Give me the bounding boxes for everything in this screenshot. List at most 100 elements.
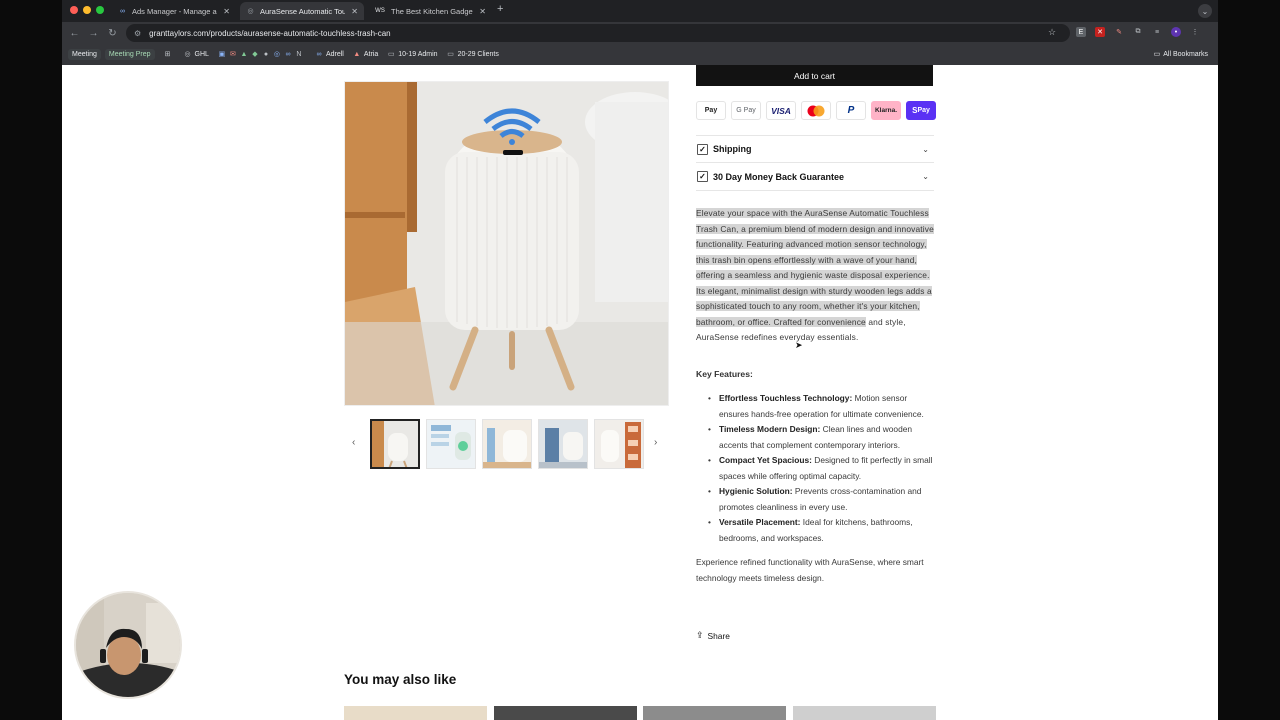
payment-methods: Pay G Pay VISA P Klarna. S Pay (696, 101, 936, 120)
extension-icon[interactable]: E (1076, 27, 1086, 37)
webcam-overlay (74, 591, 182, 699)
shopify-icon[interactable]: ◆ (251, 50, 259, 58)
bookmark-adrell[interactable]: ∞ Adrell (315, 50, 343, 58)
closing-paragraph: Experience refined functionality with Au… (696, 557, 924, 583)
recommended-product[interactable] (344, 706, 487, 720)
bookmark-ghl[interactable]: ◎ GHL (184, 50, 208, 59)
bookmark-star-icon[interactable]: ☆ (1048, 27, 1056, 38)
feature-list: Effortless Touchless Technology: Motion … (707, 391, 939, 546)
globe-icon[interactable]: ◎ (273, 50, 281, 58)
list-item: Hygienic Solution: Prevents cross-contam… (707, 484, 939, 515)
product-page: ‹ › Add to cart Pay G Pay VISA P Klarna.… (62, 65, 1218, 720)
tab-bar: ∞ Ads Manager - Manage ads - ✕ ◎ AuraSen… (62, 0, 1218, 22)
apps-grid-icon[interactable]: ⊞ (164, 50, 175, 58)
bookmarks-bar: Meeting Meeting Prep ⊞ ◎ GHL ▣ ✉ ▲ ◆ ● ◎ … (62, 44, 1218, 64)
meta-icon[interactable]: ∞ (284, 50, 292, 58)
gmail-icon[interactable]: ✉ (229, 50, 237, 58)
meta-icon: ∞ (316, 50, 322, 58)
menu-icon[interactable]: ⋮ (1190, 27, 1200, 37)
checkbox-icon: ✓ (697, 143, 708, 155)
bookmark-atria[interactable]: ▲ Atria (353, 50, 378, 58)
toolbar: ← → ↻ ⚙ granttaylors.com/products/aurase… (62, 22, 1218, 44)
profile-avatar[interactable]: • (1171, 27, 1181, 37)
folder-icon: ▭ (447, 51, 454, 58)
tab-aurasense[interactable]: ◎ AuraSense Automatic Touchle ✕ (240, 2, 364, 20)
close-tab-icon[interactable]: ✕ (351, 7, 358, 16)
extension-icon[interactable]: ✕ (1095, 27, 1105, 37)
visa-icon: VISA (766, 101, 796, 120)
recommended-product[interactable] (793, 706, 936, 720)
ws-icon: WS (375, 8, 385, 14)
pen-extension-icon[interactable]: ✎ (1114, 27, 1124, 37)
minimize-window-button[interactable] (83, 6, 91, 14)
new-tab-button[interactable]: + (497, 3, 503, 15)
reload-icon[interactable]: ↻ (103, 28, 122, 39)
bookmark-admin-folder[interactable]: ▭ 10-19 Admin (387, 50, 438, 59)
apple-pay-icon: Pay (696, 101, 726, 120)
address-bar[interactable]: ⚙ granttaylors.com/products/aurasense-au… (126, 24, 1070, 42)
back-icon[interactable]: ← (65, 28, 84, 39)
chevron-down-icon: ⌄ (922, 144, 929, 154)
recommended-product[interactable] (643, 706, 786, 720)
bookmark-meeting[interactable]: Meeting (68, 48, 101, 60)
tab-search-button[interactable]: ⌄ (1198, 4, 1212, 18)
thumbnail-2[interactable] (426, 419, 476, 469)
tab-ads-manager[interactable]: ∞ Ads Manager - Manage ads - ✕ (112, 2, 236, 20)
list-item: Effortless Touchless Technology: Motion … (707, 391, 939, 422)
circle-icon[interactable]: ● (262, 50, 270, 58)
notion-icon[interactable]: N (295, 50, 303, 58)
product-description: Elevate your space with the AuraSense Au… (696, 206, 936, 346)
url-text: granttaylors.com/products/aurasense-auto… (149, 28, 391, 38)
thumbnail-carousel: ‹ › (352, 419, 672, 471)
thumbnail-4[interactable] (538, 419, 588, 469)
close-tab-icon[interactable]: ✕ (479, 7, 486, 16)
product-main-image[interactable] (344, 81, 669, 406)
mouse-cursor: ➤ (795, 340, 803, 350)
chevron-down-icon: ⌄ (922, 172, 929, 181)
list-item: Timeless Modern Design: Clean lines and … (707, 422, 939, 453)
chevron-left-icon[interactable]: ‹ (352, 437, 355, 448)
bookmark-clients-folder[interactable]: ▭ 20-29 Clients (447, 50, 499, 59)
media-icon[interactable]: ≡ (1152, 27, 1162, 37)
globe-icon: ◎ (184, 51, 191, 58)
globe-icon: ◎ (247, 8, 254, 15)
folder-icon: ▭ (1153, 51, 1161, 58)
mastercard-icon (801, 101, 831, 120)
key-features-title: Key Features: (696, 369, 753, 379)
list-item: Compact Yet Spacious: Designed to fit pe… (707, 453, 939, 484)
share-icon: ⇪ (696, 630, 704, 640)
site-info-icon[interactable]: ⚙ (134, 29, 141, 38)
thumbnail-1[interactable] (370, 419, 420, 469)
list-item: Versatile Placement: Ideal for kitchens,… (707, 515, 939, 546)
all-bookmarks-button[interactable]: ▭ All Bookmarks (1153, 50, 1208, 59)
thumbnail-3[interactable] (482, 419, 532, 469)
close-window-button[interactable] (70, 6, 78, 14)
google-pay-icon: G Pay (731, 101, 761, 120)
browser-window: ∞ Ads Manager - Manage ads - ✕ ◎ AuraSen… (62, 0, 1218, 65)
maximize-window-button[interactable] (96, 6, 104, 14)
chevron-right-icon[interactable]: › (654, 437, 657, 448)
drive-icon[interactable]: ▲ (240, 50, 248, 58)
calendar-icon[interactable]: ▣ (218, 50, 226, 58)
accordion-shipping[interactable]: ✓ Shipping ⌄ (696, 135, 934, 163)
forward-icon[interactable]: → (84, 28, 103, 39)
paypal-icon: P (836, 101, 866, 120)
thumbnail-5[interactable] (594, 419, 644, 469)
close-tab-icon[interactable]: ✕ (223, 7, 230, 16)
recommended-product[interactable] (494, 706, 637, 720)
add-to-cart-button[interactable]: Add to cart (696, 65, 933, 86)
klarna-icon: Klarna. (871, 101, 901, 120)
checkbox-icon: ✓ (697, 171, 708, 182)
folder-icon: ▭ (387, 51, 395, 58)
puzzle-icon[interactable]: ⧉ (1133, 27, 1143, 37)
shop-pay-icon: S Pay (906, 101, 936, 120)
selected-text: Elevate your space with the AuraSense Au… (696, 208, 934, 327)
extensions-bar: E ✕ ✎ ⧉ ≡ • ⋮ (1076, 27, 1200, 37)
bookmark-meeting-prep[interactable]: Meeting Prep (104, 48, 155, 60)
meta-icon: ∞ (120, 7, 125, 15)
tab-kitchen-gadgets[interactable]: WS The Best Kitchen Gadgets & ✕ (368, 2, 492, 20)
window-controls (70, 6, 104, 14)
atria-icon: ▲ (353, 50, 361, 58)
share-button[interactable]: ⇪ Share (696, 630, 730, 641)
accordion-money-back[interactable]: ✓ 30 Day Money Back Guarantee ⌄ (696, 163, 934, 191)
